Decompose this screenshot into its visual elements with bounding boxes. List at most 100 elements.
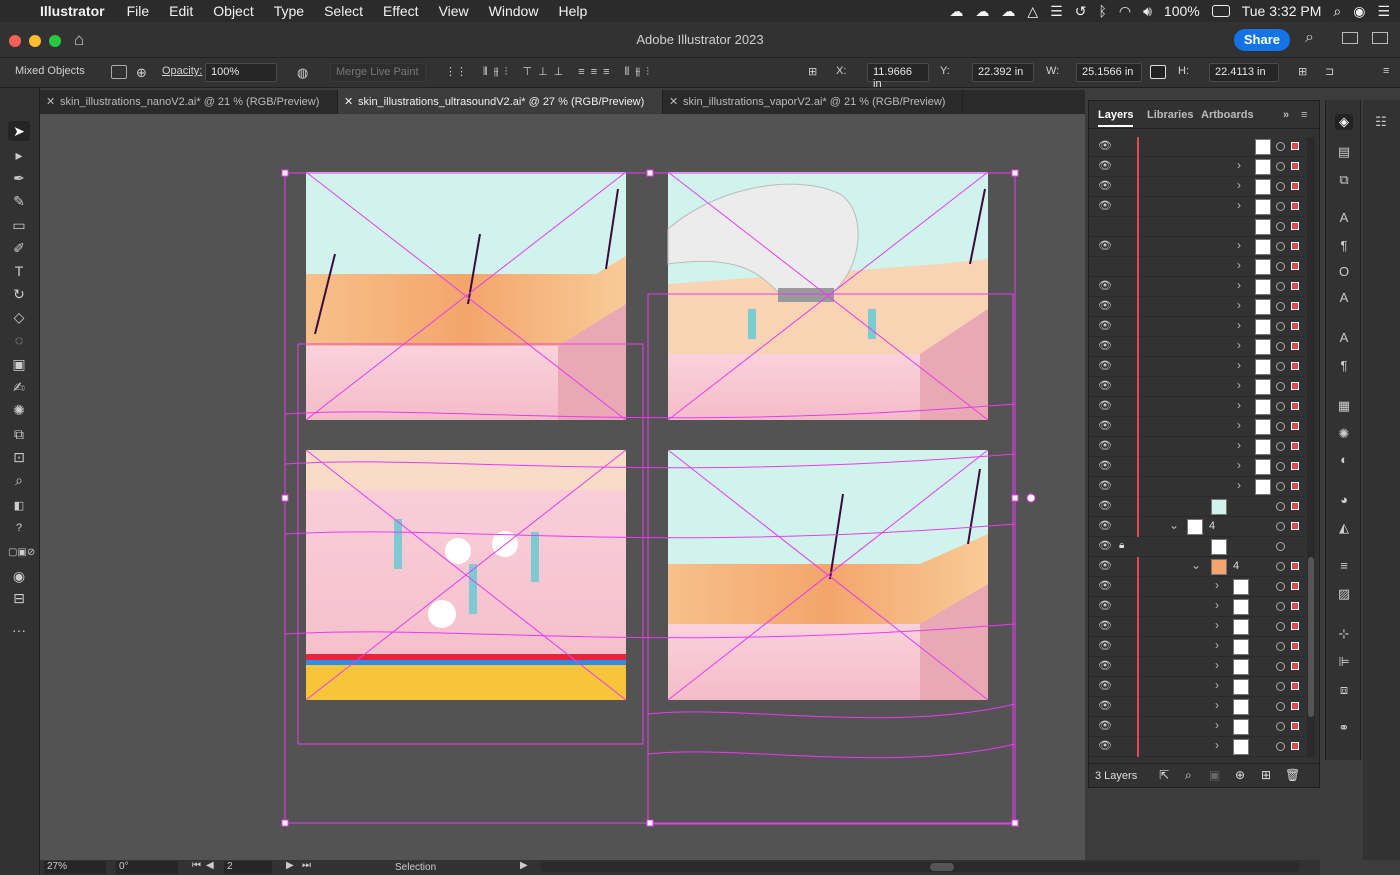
menu-file[interactable]: File [127, 3, 150, 19]
layer-row[interactable]: 👁 › [1089, 377, 1305, 397]
target-icon[interactable] [1276, 582, 1285, 591]
layer-row[interactable]: 👁 ⌄ 4 [1089, 557, 1305, 577]
expand-chevron-icon[interactable]: › [1237, 398, 1241, 412]
gradient-icon[interactable]: ▨ [1335, 586, 1353, 602]
target-icon[interactable] [1276, 402, 1285, 411]
visibility-eye-icon[interactable]: 👁 [1098, 159, 1112, 172]
visibility-eye-icon[interactable]: 👁 [1098, 239, 1112, 252]
selected-art-indicator[interactable] [1291, 562, 1299, 570]
x-field[interactable]: 11.9666 in [867, 63, 929, 90]
panel-menu-icon[interactable]: ≡ [1301, 109, 1307, 121]
battery-icon[interactable] [1211, 5, 1230, 17]
menu-select[interactable]: Select [324, 3, 363, 19]
selected-art-indicator[interactable] [1291, 642, 1299, 650]
expand-chevron-icon[interactable]: › [1215, 738, 1219, 752]
layer-row[interactable]: 👁 › [1089, 157, 1305, 177]
expand-chevron-icon[interactable]: › [1237, 198, 1241, 212]
appearance-icon[interactable]: ◐ [1335, 452, 1353, 468]
target-icon[interactable] [1276, 162, 1285, 171]
target-icon[interactable] [1276, 322, 1285, 331]
paintbrush-tool-icon[interactable]: ✐ [8, 238, 30, 258]
sublayer-name[interactable]: 4 [1209, 520, 1215, 532]
rectangle-tool-icon[interactable]: ▭ [8, 215, 30, 235]
target-icon[interactable] [1276, 462, 1285, 471]
artboard-number-field[interactable]: 2 [224, 861, 272, 874]
last-artboard-icon[interactable]: ⏭ [302, 860, 311, 871]
layer-row[interactable]: 👁 🔒︎ [1089, 537, 1305, 557]
layers-scrollbar[interactable] [1307, 137, 1315, 757]
visibility-eye-icon[interactable]: 👁 [1098, 479, 1112, 492]
clipping-mask-icon[interactable]: ▣ [1209, 768, 1220, 782]
app-tray-icon[interactable]: ☰ [1050, 3, 1063, 20]
layer-row[interactable]: 👁 › [1089, 597, 1305, 617]
expand-chevron-icon[interactable]: › [1237, 178, 1241, 192]
isolate-group-icon[interactable] [111, 65, 127, 79]
layer-row[interactable]: 👁 › [1089, 677, 1305, 697]
artboards-icon[interactable]: ⧉ [1335, 172, 1353, 188]
target-icon[interactable] [1276, 682, 1285, 691]
layer-row[interactable]: 👁 › [1089, 417, 1305, 437]
close-tab-icon[interactable]: ✕ [46, 90, 55, 114]
visibility-eye-icon[interactable]: 👁 [1098, 139, 1112, 152]
expand-chevron-icon[interactable]: › [1237, 238, 1241, 252]
transform-options-icon[interactable]: ⊞ [1298, 65, 1307, 78]
expand-chevron-icon[interactable]: › [1215, 598, 1219, 612]
menu-effect[interactable]: Effect [383, 3, 419, 19]
trash-icon[interactable]: 🗑︎ [1285, 768, 1300, 782]
visibility-eye-icon[interactable]: 👁 [1098, 419, 1112, 432]
expand-chevron-icon[interactable]: › [1237, 258, 1241, 272]
transform-icon[interactable]: ⊹ [1335, 626, 1353, 642]
creative-cloud-icon[interactable]: ☁ [949, 3, 963, 20]
selected-art-indicator[interactable] [1291, 422, 1299, 430]
target-icon[interactable] [1276, 182, 1285, 191]
align-icons[interactable]: ⫴⫵⫶ ⊤⊥⊥ ≡≡≡ ⫴⫵⫶ [483, 65, 655, 79]
zoom-tool-icon[interactable]: ⌕ [8, 470, 30, 490]
selected-art-indicator[interactable] [1291, 322, 1299, 330]
glyphs-icon[interactable]: A [1335, 290, 1353, 306]
expand-chevron-icon[interactable]: › [1215, 578, 1219, 592]
expand-chevron-icon[interactable]: › [1215, 698, 1219, 712]
control-center-icon[interactable]: ☰ [1377, 3, 1390, 20]
style-icon[interactable]: ◍ [297, 65, 308, 81]
visibility-eye-icon[interactable]: 👁 [1098, 599, 1112, 612]
selected-art-indicator[interactable] [1291, 622, 1299, 630]
siri-icon[interactable]: ◉ [1353, 3, 1365, 20]
target-icon[interactable] [1276, 482, 1285, 491]
new-sublayer-icon[interactable]: ⊕ [1235, 768, 1245, 782]
panel-menu-icon[interactable]: ≡ [1383, 65, 1389, 77]
swatches-icon[interactable]: ▦ [1335, 398, 1353, 414]
scroll-thumb[interactable] [1308, 557, 1314, 717]
pathfinder-icon[interactable]: ⧈ [1335, 682, 1353, 698]
expand-chevron-icon[interactable]: › [1237, 378, 1241, 392]
tab-vapor[interactable]: ✕ skin_illustrations_vaporV2.ai* @ 21 % … [663, 90, 963, 114]
layer-row[interactable]: 👁 ⌄ 4 [1089, 517, 1305, 537]
selected-art-indicator[interactable] [1291, 582, 1299, 590]
selected-art-indicator[interactable] [1291, 702, 1299, 710]
layer-row[interactable]: 👁 › [1089, 737, 1305, 757]
expand-chevron-icon[interactable]: ⌄ [1191, 558, 1201, 572]
menu-edit[interactable]: Edit [169, 3, 193, 19]
drive-icon[interactable]: △ [1027, 3, 1038, 20]
sublayer-name[interactable]: 4 [1233, 560, 1239, 572]
selected-art-indicator[interactable] [1291, 282, 1299, 290]
locate-object-icon[interactable]: ⌕ [1185, 768, 1192, 783]
expand-chevron-icon[interactable]: › [1237, 458, 1241, 472]
target-icon[interactable] [1276, 202, 1285, 211]
expand-chevron-icon[interactable]: › [1237, 298, 1241, 312]
layer-row[interactable]: 👁 › [1089, 457, 1305, 477]
artboard-tool-icon[interactable]: ⊡ [8, 447, 30, 467]
rotation-field[interactable]: 0° [116, 861, 178, 874]
menu-object[interactable]: Object [213, 3, 253, 19]
visibility-eye-icon[interactable]: 👁 [1098, 199, 1112, 212]
gradient-tool-icon[interactable]: ▣ [8, 354, 30, 374]
layer-row[interactable]: › [1089, 257, 1305, 277]
selected-art-indicator[interactable] [1291, 162, 1299, 170]
shape-builder-tool-icon[interactable]: ⧉ [8, 424, 30, 444]
menu-type[interactable]: Type [274, 3, 304, 19]
selected-art-indicator[interactable] [1291, 522, 1299, 530]
target-icon[interactable] [1276, 242, 1285, 251]
visibility-eye-icon[interactable]: 👁 [1098, 499, 1112, 512]
layer-row[interactable]: 👁 › [1089, 317, 1305, 337]
expand-chevron-icon[interactable]: › [1237, 278, 1241, 292]
selected-art-indicator[interactable] [1291, 682, 1299, 690]
